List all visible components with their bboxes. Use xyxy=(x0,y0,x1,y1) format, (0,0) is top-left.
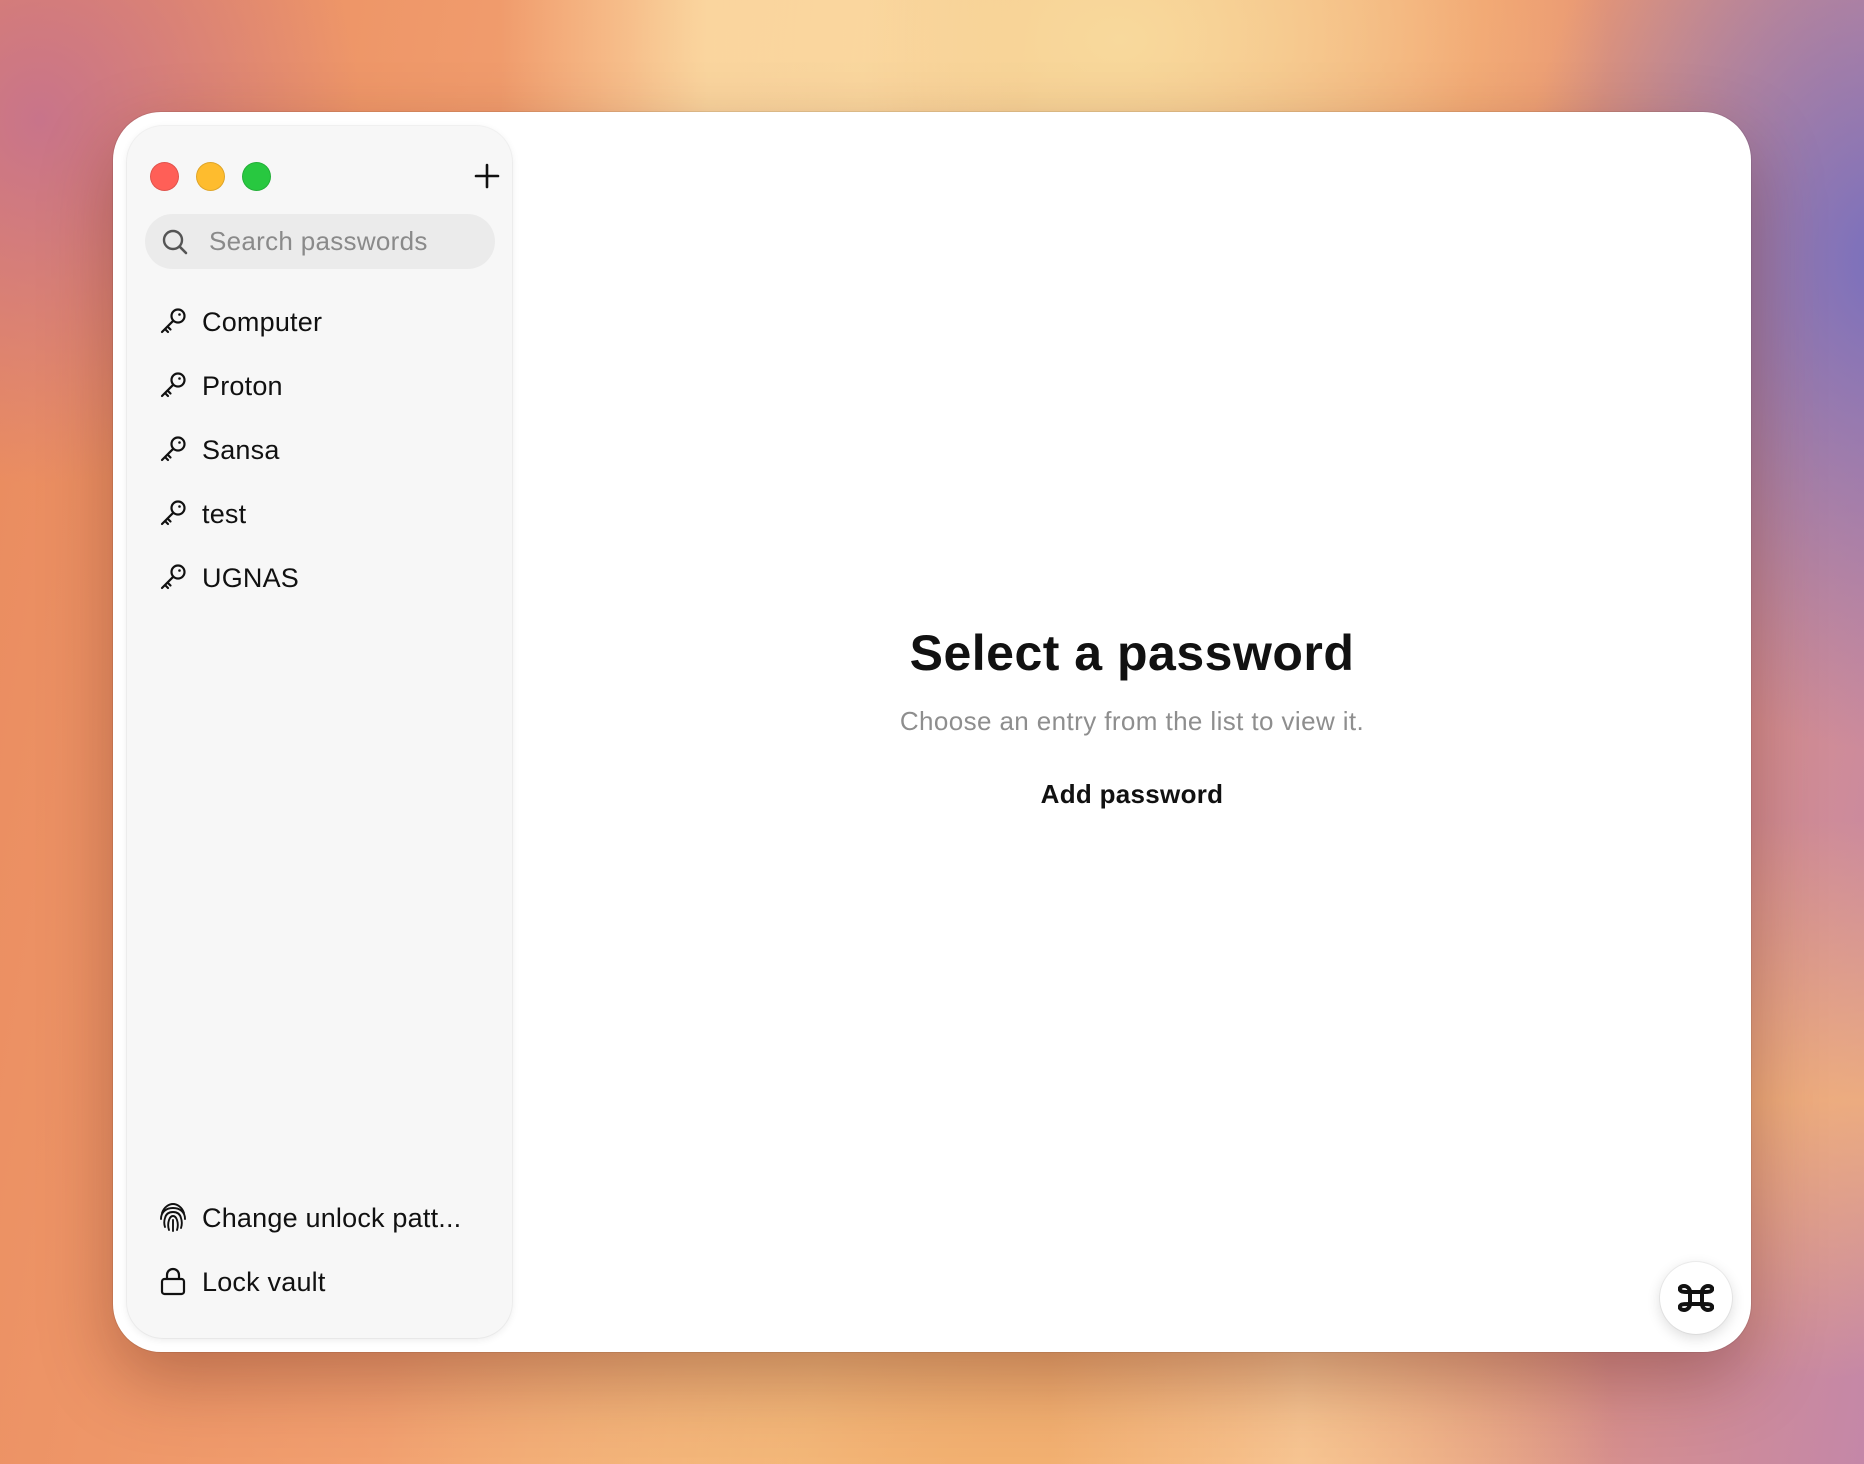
add-password-button[interactable]: Add password xyxy=(1022,768,1242,820)
key-icon xyxy=(160,564,186,590)
wallpaper-highlight xyxy=(1740,820,1864,1380)
window-zoom-button[interactable] xyxy=(242,162,271,191)
password-entry-ugnas[interactable]: UGNAS xyxy=(145,545,495,609)
password-entry-label: Proton xyxy=(202,371,283,401)
password-entry-sansa[interactable]: Sansa xyxy=(145,417,495,481)
change-unlock-pattern-label: Change unlock patt... xyxy=(202,1203,462,1233)
sidebar: Computer Proton Sansa xyxy=(127,126,512,1338)
password-entry-test[interactable]: test xyxy=(145,481,495,545)
window-minimize-button[interactable] xyxy=(196,162,225,191)
key-icon xyxy=(160,308,186,334)
lock-icon xyxy=(160,1267,186,1296)
add-entry-button[interactable] xyxy=(472,161,502,191)
command-button[interactable] xyxy=(1660,1262,1732,1334)
command-key-icon xyxy=(1678,1284,1714,1312)
password-entry-label: Sansa xyxy=(202,435,280,465)
lock-vault-label: Lock vault xyxy=(202,1267,326,1297)
plus-icon xyxy=(474,163,500,189)
wallpaper-highlight xyxy=(1050,1340,1610,1464)
password-entry-computer[interactable]: Computer xyxy=(145,289,495,353)
password-entry-proton[interactable]: Proton xyxy=(145,353,495,417)
app-window: Computer Proton Sansa xyxy=(113,112,1751,1352)
password-entry-label: UGNAS xyxy=(202,563,300,593)
key-icon xyxy=(160,436,186,462)
empty-state-subtitle: Choose an entry from the list to view it… xyxy=(899,706,1365,736)
sidebar-footer: Change unlock patt... Lock vault xyxy=(145,1185,495,1313)
window-close-button[interactable] xyxy=(150,162,179,191)
key-icon xyxy=(160,500,186,526)
password-entry-label: test xyxy=(202,499,247,529)
password-list: Computer Proton Sansa test UGNAS xyxy=(145,289,495,609)
password-entry-label: Computer xyxy=(202,307,323,337)
key-icon xyxy=(160,372,186,398)
fingerprint-icon xyxy=(160,1203,186,1232)
empty-state-title: Select a password xyxy=(909,625,1355,681)
search-field[interactable] xyxy=(145,214,495,269)
change-unlock-pattern-button[interactable]: Change unlock patt... xyxy=(145,1185,495,1249)
main-empty-state: Select a password Choose an entry from t… xyxy=(513,112,1751,1352)
search-icon xyxy=(162,229,188,255)
search-input[interactable] xyxy=(209,214,489,269)
lock-vault-button[interactable]: Lock vault xyxy=(145,1249,495,1313)
